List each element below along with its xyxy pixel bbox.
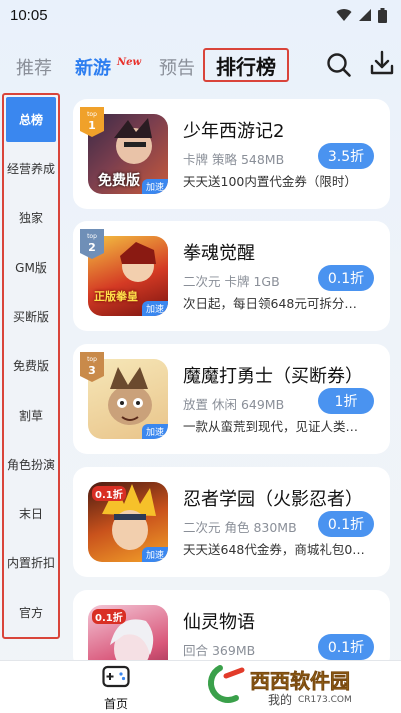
signal-icon bbox=[359, 9, 371, 21]
status-bar: 10:05 bbox=[0, 0, 401, 30]
game-meta: 卡牌 策略 548MB bbox=[183, 152, 285, 167]
discount-button[interactable]: 1折 bbox=[318, 388, 374, 414]
rank-tag: top bbox=[87, 356, 97, 363]
sidebar-item-mowing[interactable]: 割草 bbox=[4, 390, 58, 439]
game-meta: 回合 369MB bbox=[183, 643, 256, 658]
game-title: 魔魔打勇士（买断券） bbox=[183, 366, 363, 387]
battery-icon bbox=[378, 7, 387, 23]
discount-button[interactable]: 0.1折 bbox=[318, 265, 374, 291]
speed-tag: 加速 bbox=[141, 179, 168, 194]
game-card[interactable]: 0.1折 仙灵物语 回合 369MB 0.1折 bbox=[73, 590, 390, 685]
speed-tag: 加速 bbox=[141, 424, 168, 439]
rank-number: 2 bbox=[88, 241, 96, 254]
sidebar-item-free[interactable]: 免费版 bbox=[4, 341, 58, 390]
rank-badge-icon: top 2 bbox=[80, 229, 104, 259]
status-icons bbox=[336, 7, 387, 23]
wifi-icon bbox=[336, 9, 352, 21]
rank-badge-icon: top 3 bbox=[80, 352, 104, 382]
game-card[interactable]: 0.1折 加速 忍者学园（火影忍者） 二次元 角色 830MB 天天送648代金… bbox=[73, 467, 390, 577]
discount-button[interactable]: 0.1折 bbox=[318, 634, 374, 660]
cover-label: 正版拳皇 bbox=[94, 290, 138, 303]
game-desc: 次日起，每日领648元可拆分… bbox=[183, 296, 357, 311]
category-sidebar: 总榜 经营养成 独家 GM版 买断版 免费版 割草 角色扮演 末日 内置折扣 官… bbox=[2, 93, 60, 639]
sidebar-item-official[interactable]: 官方 bbox=[4, 588, 58, 637]
download-icon[interactable] bbox=[370, 50, 394, 76]
nav-home-label: 首页 bbox=[103, 697, 128, 711]
sidebar-item-rpg[interactable]: 角色扮演 bbox=[4, 440, 58, 489]
watermark-logo: 西西软件园 CR173.COM bbox=[208, 665, 352, 705]
discount-button[interactable]: 3.5折 bbox=[318, 143, 374, 169]
top-nav: 推荐 新游 New 预告 排行榜 bbox=[0, 40, 401, 92]
game-cover[interactable]: 0.1折 加速 bbox=[88, 482, 168, 562]
game-meta: 放置 休闲 649MB bbox=[183, 397, 285, 412]
sidebar-item-overall[interactable]: 总榜 bbox=[6, 97, 56, 142]
sidebar-item-management[interactable]: 经营养成 bbox=[4, 144, 58, 193]
game-title: 拳魂觉醒 bbox=[183, 243, 255, 264]
game-card[interactable]: 免费版 加速 top 1 少年西游记2 卡牌 策略 548MB 天天送100内置… bbox=[73, 99, 390, 209]
gamepad-icon bbox=[102, 665, 130, 688]
discount-button[interactable]: 0.1折 bbox=[318, 511, 374, 537]
site-watermark: 西西软件园 CR173.COM bbox=[206, 660, 386, 705]
tab-preview[interactable]: 预告 bbox=[159, 54, 195, 80]
status-time: 10:05 bbox=[10, 6, 48, 24]
tab-ranking[interactable]: 排行榜 bbox=[203, 48, 289, 82]
game-card[interactable]: 加速 top 3 魔魔打勇士（买断券） 放置 休闲 649MB 一款从蛮荒到现代… bbox=[73, 344, 390, 454]
cover-label: 免费版 bbox=[98, 173, 140, 189]
game-meta: 二次元 卡牌 1GB bbox=[183, 274, 280, 289]
speed-tag: 加速 bbox=[141, 547, 168, 562]
rank-number: 1 bbox=[88, 119, 96, 132]
rank-number: 3 bbox=[88, 364, 96, 377]
watermark-brand: 西西软件园 bbox=[250, 669, 350, 693]
tab-recommend[interactable]: 推荐 bbox=[16, 54, 52, 80]
sidebar-item-gm[interactable]: GM版 bbox=[4, 242, 58, 291]
rank-tag: top bbox=[87, 233, 97, 240]
nav-home[interactable]: 首页 bbox=[96, 665, 136, 712]
tab-new-games[interactable]: 新游 bbox=[75, 54, 111, 80]
sidebar-item-built-in-discount[interactable]: 内置折扣 bbox=[4, 538, 58, 587]
speed-tag: 加速 bbox=[141, 301, 168, 316]
sidebar-item-doomsday[interactable]: 末日 bbox=[4, 489, 58, 538]
search-icon[interactable] bbox=[326, 52, 352, 78]
game-meta: 二次元 角色 830MB bbox=[183, 520, 297, 535]
game-desc: 一款从蛮荒到现代，见证人类… bbox=[183, 419, 359, 434]
sidebar-item-exclusive[interactable]: 独家 bbox=[4, 193, 58, 242]
new-badge: New bbox=[117, 57, 142, 68]
cover-label: 0.1折 bbox=[92, 486, 126, 501]
game-desc: 天天送648代金券，商城礼包0… bbox=[183, 542, 365, 557]
game-desc: 天天送100内置代金券（限时） bbox=[183, 174, 357, 189]
watermark-site: CR173.COM bbox=[298, 695, 352, 705]
rank-badge-icon: top 1 bbox=[80, 107, 104, 137]
game-title: 忍者学园（火影忍者） bbox=[183, 489, 363, 510]
game-title: 少年西游记2 bbox=[183, 121, 285, 142]
game-title: 仙灵物语 bbox=[183, 612, 255, 633]
game-card[interactable]: 正版拳皇 加速 top 2 拳魂觉醒 二次元 卡牌 1GB 次日起，每日领648… bbox=[73, 221, 390, 331]
cover-label: 0.1折 bbox=[92, 609, 126, 624]
rank-tag: top bbox=[87, 111, 97, 118]
sidebar-item-buyout[interactable]: 买断版 bbox=[4, 292, 58, 341]
